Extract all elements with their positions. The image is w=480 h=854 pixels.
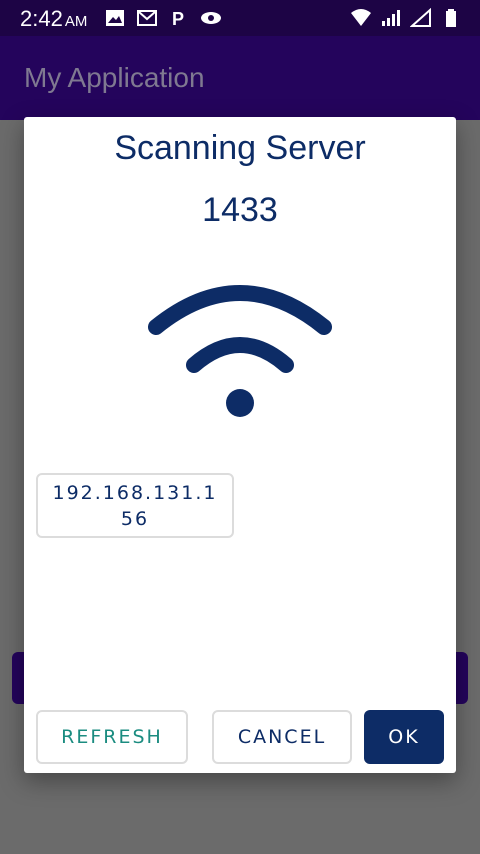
image-icon [106, 10, 124, 26]
gmail-icon [137, 10, 157, 26]
wifi-signal-icon [351, 9, 371, 26]
scanning-server-dialog: Scanning Server 1433 192.168.131.156 REF… [24, 117, 456, 773]
cell-signal-empty-icon [410, 8, 431, 27]
dialog-title: Scanning Server [114, 129, 366, 167]
battery-icon [446, 9, 456, 27]
status-time-ampm: AM [64, 13, 88, 30]
dialog-port: 1433 [202, 191, 278, 229]
cell-signal-icon [382, 10, 400, 26]
refresh-button[interactable]: REFRESH [36, 710, 188, 764]
app-title: My Application [24, 62, 205, 93]
p-app-icon: P [172, 9, 184, 28]
status-time-value: 2:42 [20, 6, 63, 31]
cancel-button[interactable]: CANCEL [212, 710, 352, 764]
app-bar: My Application [0, 36, 480, 120]
ok-button[interactable]: OK [364, 710, 444, 764]
wifi-icon [148, 285, 332, 417]
svg-text:P: P [172, 9, 184, 28]
server-list-item[interactable]: 192.168.131.156 [36, 473, 234, 538]
status-time: 2:42 AM [20, 6, 87, 32]
server-ip-label: 192.168.131.156 [52, 481, 218, 530]
status-icons-right [350, 8, 462, 28]
eye-icon [201, 12, 221, 24]
status-icons-left: P [104, 8, 222, 28]
status-bar: 2:42 AM P [0, 0, 480, 36]
